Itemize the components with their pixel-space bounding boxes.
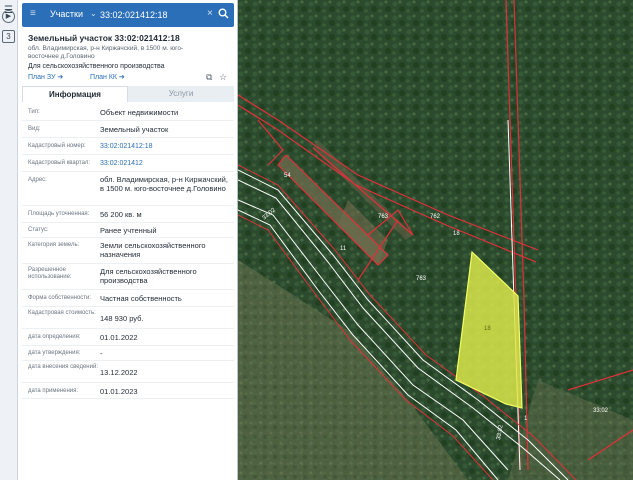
table-row: Категория земель: Земли сельскохозяйстве… (22, 238, 234, 264)
row-key: Кадастровый номер: (28, 143, 86, 149)
row-key: Кадастровый квартал: (28, 160, 91, 166)
table-row: Разрешенное использование: Для сельскохо… (22, 264, 234, 290)
table-row: дата определения: 01.01.2022 (22, 329, 234, 346)
star-icon[interactable]: ☆ (219, 72, 227, 83)
row-value: - (100, 349, 103, 358)
table-row: дата применения: 01.01.2023 (22, 383, 234, 399)
object-address: обл. Владимирская, р-н Киржачский, в 150… (28, 45, 184, 60)
search-bar: ≡ Участки ⌄ × (22, 3, 234, 27)
table-row: дата утверждения: - (22, 346, 234, 361)
table-row: Адрес: обл. Владимирская, р-н Киржачский… (22, 172, 234, 206)
zoom-to-icon[interactable]: ⧉ (206, 72, 212, 83)
object-usage: Для сельскохозяйственного производства (28, 63, 165, 70)
row-key: дата утверждения: (28, 350, 81, 356)
plan-zu-link[interactable]: План ЗУ ➔ (28, 73, 63, 81)
table-row: Вид: Земельный участок (22, 121, 234, 138)
table-row: дата внесения сведений: 13.12.2022 (22, 361, 234, 383)
row-value: Для сельскохозяйственного производства (100, 267, 197, 285)
row-value: Частная собственность (100, 294, 182, 303)
row-key: дата внесения сведений: (28, 364, 98, 370)
table-row: Кадастровый квартал: 33:02:021412 (22, 155, 234, 172)
row-value: Объект недвижимости (100, 108, 179, 117)
row-key: Категория земель: (28, 242, 80, 248)
map-label: 18 (453, 231, 460, 237)
row-value: Земли сельскохозяйственного назначения (100, 241, 206, 259)
number-3-icon[interactable]: 3 (2, 30, 15, 43)
chevron-down-icon[interactable]: ⌄ (90, 9, 97, 18)
map-label: 33:02 (593, 408, 609, 414)
table-row: Статус: Ранее учтенный (22, 223, 234, 238)
app-window: ☰ ▶ 3 ≡ Участки ⌄ × Земельный участок 33… (0, 0, 633, 480)
row-key: Площадь уточненная: (28, 211, 90, 217)
info-panel: ≡ Участки ⌄ × Земельный участок 33:02:02… (18, 0, 238, 480)
row-key: Статус: (28, 227, 49, 233)
row-value: 56 200 кв. м (100, 210, 142, 219)
cadastral-quarter-link[interactable]: 33:02:021412 (100, 159, 232, 168)
tab-bar: Информация Услуги (22, 86, 234, 102)
map-canvas[interactable]: 54 763 762 11 18 763 33:02 33:02 18 1 33… (238, 0, 633, 480)
map-label: 763 (416, 276, 427, 282)
cadastral-number-link[interactable]: 33:02:021412:18 (100, 142, 232, 151)
table-row: Форма собственности: Частная собственнос… (22, 290, 234, 307)
plan-kk-link[interactable]: План КК ➔ (90, 73, 125, 81)
map-label: 762 (430, 214, 441, 220)
row-value: обл. Владимирская, р-н Киржачский, в 150… (100, 175, 228, 193)
hamburger-icon[interactable]: ≡ (30, 9, 40, 19)
search-type-select[interactable]: Участки (50, 9, 83, 19)
map-label: 763 (378, 214, 389, 220)
left-rail: ☰ ▶ 3 (0, 0, 18, 480)
row-key: дата определения: (28, 334, 81, 340)
map-label: 54 (284, 173, 291, 179)
row-key: Кадастровая стоимость: (28, 310, 96, 316)
map-label: 18 (484, 326, 491, 332)
object-title: Земельный участок 33:02:021412:18 (28, 33, 180, 43)
row-key: Вид: (28, 126, 41, 132)
close-icon[interactable]: × (207, 8, 213, 19)
row-key: Адрес: (28, 177, 47, 183)
row-key: Форма собственности: (28, 295, 92, 301)
table-row: Кадастровый номер: 33:02:021412:18 (22, 138, 234, 155)
play-icon[interactable]: ▶ (2, 10, 15, 23)
row-key: Тип: (28, 109, 40, 115)
row-value: 01.01.2023 (100, 387, 138, 396)
row-value: Земельный участок (100, 125, 169, 134)
row-key: дата применения: (28, 388, 79, 394)
map-label: 11 (340, 246, 347, 252)
table-row: Площадь уточненная: 56 200 кв. м (22, 206, 234, 223)
search-icon[interactable] (218, 8, 229, 22)
row-value: 148 930 руб. (100, 314, 144, 323)
tab-services[interactable]: Услуги (128, 86, 234, 102)
table-row: Тип: Объект недвижимости (22, 104, 234, 121)
table-row: Кадастровая стоимость: 148 930 руб. (22, 307, 234, 329)
tab-information[interactable]: Информация (22, 86, 128, 102)
row-key: Разрешенное использование: (28, 267, 72, 280)
satellite-map[interactable]: 54 763 762 11 18 763 33:02 33:02 18 1 33… (238, 0, 633, 480)
row-value: 13.12.2022 (100, 368, 138, 377)
search-input[interactable] (100, 6, 208, 24)
row-value: 01.01.2022 (100, 333, 138, 342)
row-value: Ранее учтенный (100, 226, 157, 235)
